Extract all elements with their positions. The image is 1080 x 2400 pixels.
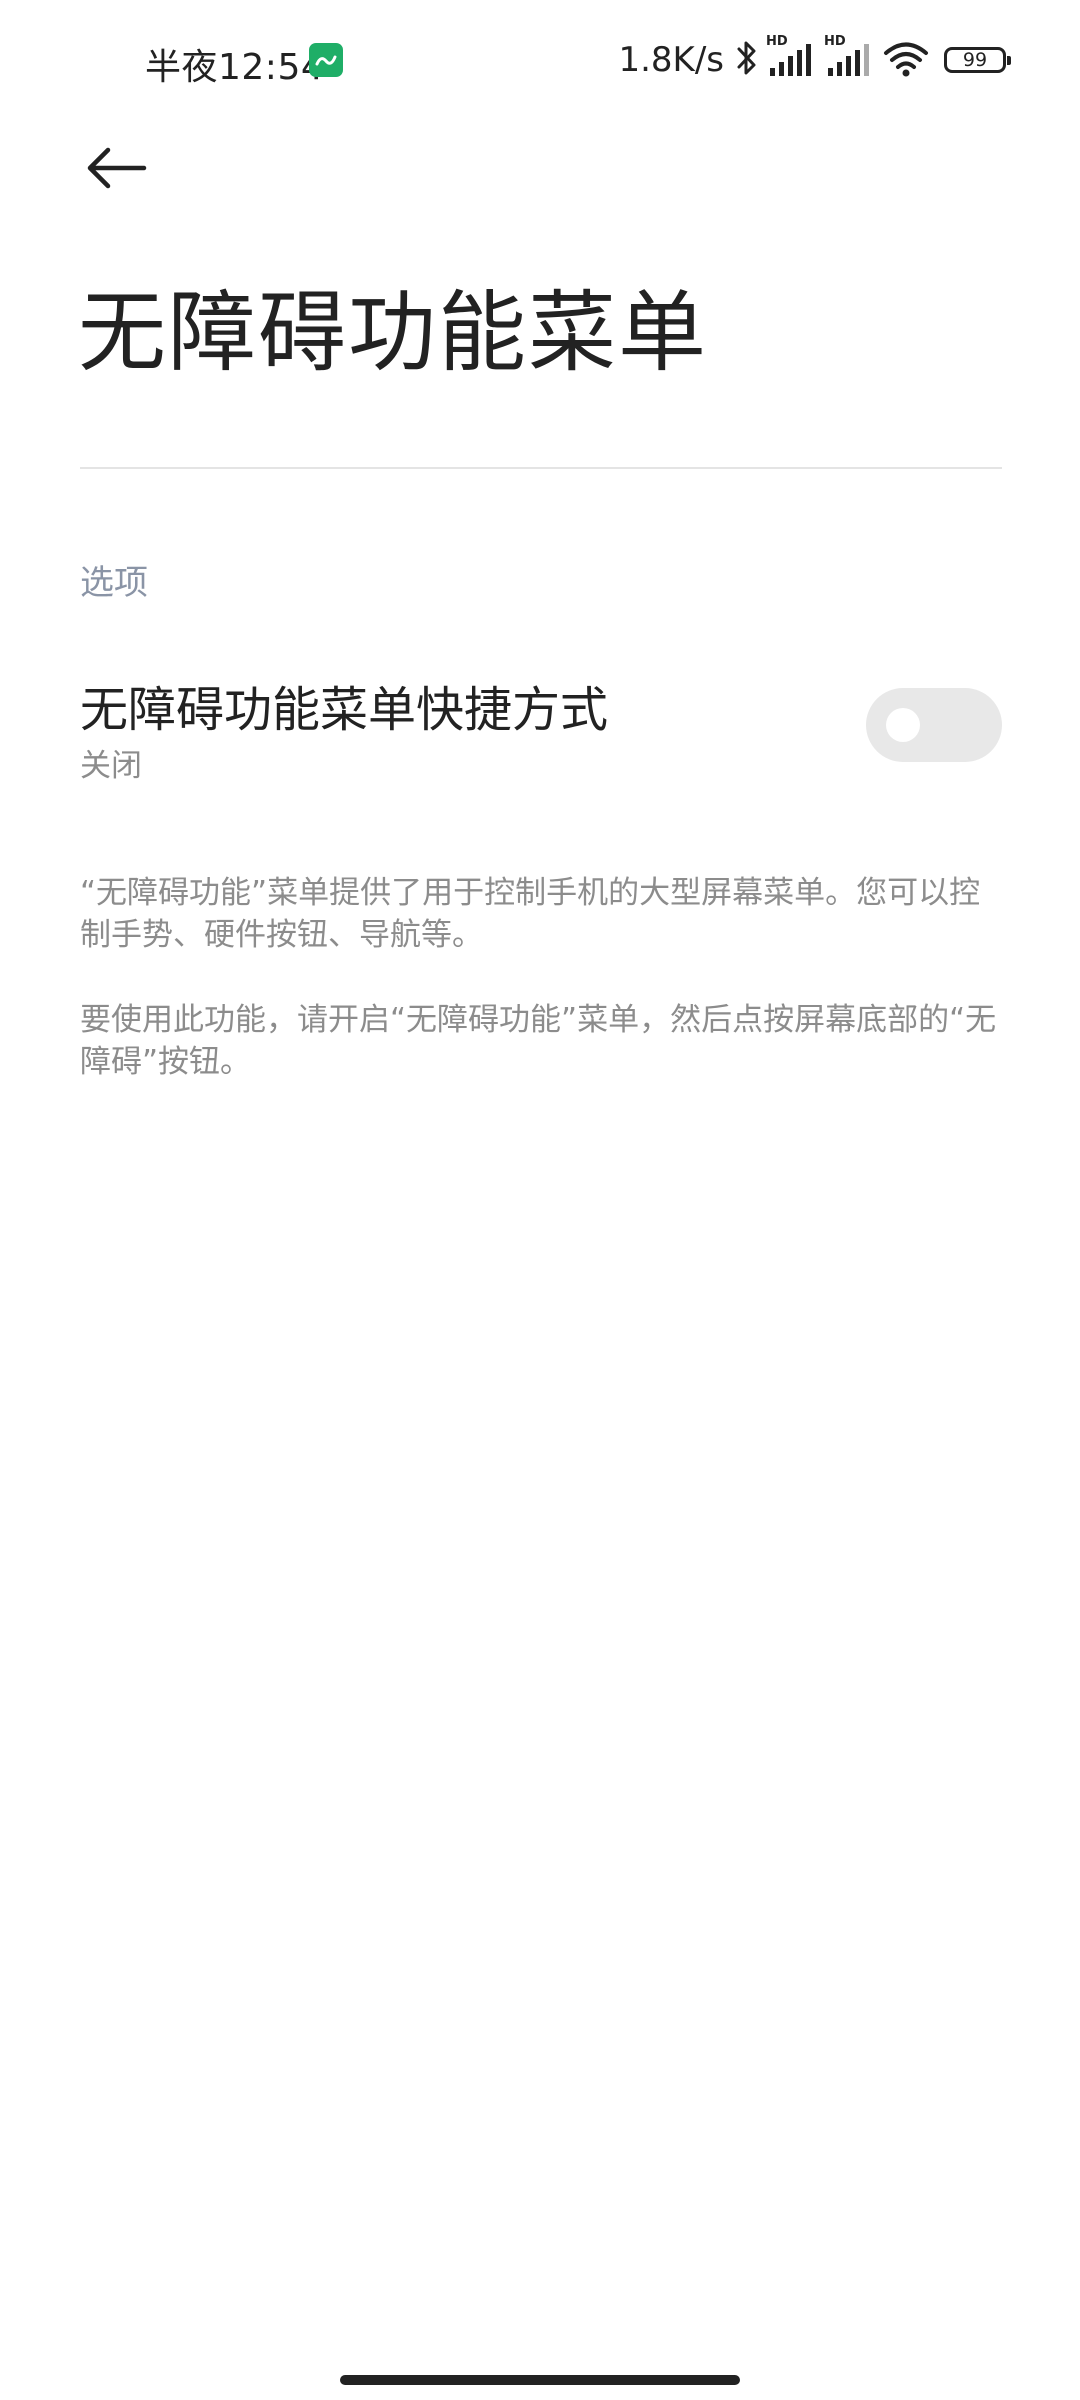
- status-bar: 半夜12:54 1.8K/s HD HD 99: [0, 0, 1080, 120]
- network-speed: 1.8K/s: [618, 40, 724, 80]
- signal-hd-icon: HD: [766, 34, 816, 80]
- signal-hd-icon: HD: [824, 34, 874, 80]
- usage-instructions-text: 要使用此功能，请开启“无障碍功能”菜单，然后点按屏幕底部的“无障碍”按钮。: [80, 1002, 997, 1080]
- setting-summary: 关闭: [80, 748, 142, 784]
- page-title: 无障碍功能菜单: [78, 281, 709, 384]
- battery-level: 99: [962, 49, 988, 71]
- screen: 半夜12:54 1.8K/s HD HD 99 无障碍功能菜单 选项 无障碍功能…: [0, 0, 1080, 2400]
- shortcut-toggle[interactable]: [866, 688, 1002, 762]
- app-notification-icon: [309, 43, 343, 77]
- title-divider: [80, 467, 1002, 469]
- toggle-knob: [886, 708, 920, 742]
- section-header-options: 选项: [80, 563, 148, 603]
- status-time: 半夜12:54: [145, 47, 325, 88]
- status-indicators: 1.8K/s HD HD 99: [618, 34, 1011, 84]
- description-text: “无障碍功能”菜单提供了用于控制手机的大型屏幕菜单。您可以控制手势、硬件按钮、导…: [80, 875, 981, 953]
- back-button[interactable]: [76, 138, 156, 202]
- accessibility-menu-shortcut-row[interactable]: 无障碍功能菜单快捷方式 关闭: [0, 660, 1080, 790]
- wifi-icon: [882, 38, 930, 82]
- back-arrow-icon: [84, 144, 148, 196]
- battery-icon: 99: [944, 47, 1011, 73]
- home-indicator[interactable]: [340, 2375, 740, 2385]
- bluetooth-icon: [736, 38, 758, 82]
- setting-title: 无障碍功能菜单快捷方式: [80, 682, 609, 738]
